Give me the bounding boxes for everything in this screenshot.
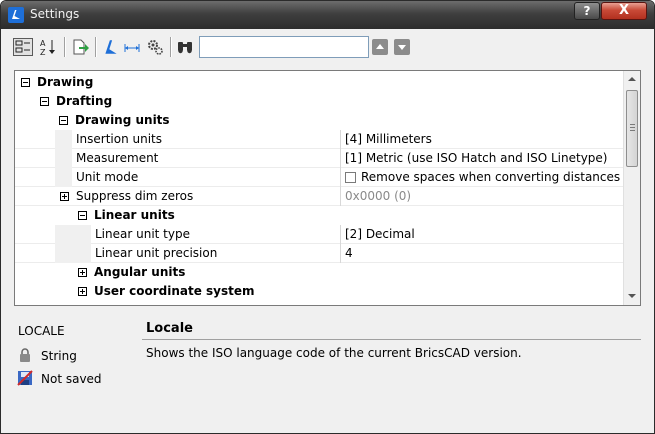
tree-property-linear-unit-type[interactable]: Linear unit type [2] Decimal <box>15 225 623 244</box>
category-label: Drawing <box>37 75 94 89</box>
toolbar-separator <box>64 37 65 57</box>
arrow-up-icon <box>376 44 384 49</box>
dimension-button[interactable] <box>123 38 143 56</box>
title-bar[interactable]: Settings ? X <box>1 1 654 29</box>
column-divider <box>340 168 341 187</box>
settings-tree[interactable]: Drawing Drafting Drawing units Insertion… <box>14 70 641 306</box>
bricscad-filter-button[interactable] <box>102 38 122 56</box>
dimension-icon <box>124 44 140 52</box>
indent-gutter <box>55 168 72 187</box>
tree-category-angular-units[interactable]: Angular units <box>15 263 623 282</box>
svg-text:A: A <box>40 39 46 48</box>
category-label: Linear units <box>94 208 175 222</box>
vertical-scrollbar[interactable] <box>623 71 640 305</box>
info-panel: LOCALE String Not saved Locale Shows the… <box>1 311 654 433</box>
export-icon <box>73 39 89 55</box>
expand-toggle-icon[interactable] <box>78 287 87 296</box>
help-button[interactable]: ? <box>574 2 600 20</box>
toolbar: A Z <box>1 29 654 65</box>
close-button[interactable]: X <box>601 2 647 20</box>
property-label: Linear unit type <box>95 227 190 241</box>
tree-property-measurement[interactable]: Measurement [1] Metric (use ISO Hatch an… <box>15 149 623 168</box>
property-value[interactable]: 4 <box>345 244 353 263</box>
expand-toggle-icon[interactable] <box>60 192 69 201</box>
grip-line <box>630 124 635 125</box>
column-divider <box>340 130 341 149</box>
collapse-toggle-icon[interactable] <box>21 78 30 87</box>
category-label: Drafting <box>56 94 113 108</box>
settings-window: Settings ? X A Z Drawing Drafting Drawin… <box>0 0 655 434</box>
info-divider <box>142 339 641 340</box>
property-label: Measurement <box>76 151 159 165</box>
sort-alphabetic-icon: A Z <box>40 39 55 57</box>
tree-property-insertion-units[interactable]: Insertion units [4] Millimeters <box>15 130 623 149</box>
collapse-toggle-icon[interactable] <box>40 97 49 106</box>
tree-property-unit-mode[interactable]: Unit mode Remove spaces when converting … <box>15 168 640 187</box>
gear-settings-button[interactable] <box>146 38 166 56</box>
collapse-toggle-icon[interactable] <box>59 116 68 125</box>
tree-category-linear-units[interactable]: Linear units <box>15 206 623 225</box>
gear-settings-icon <box>148 40 163 55</box>
toolbar-separator <box>95 37 96 57</box>
setting-saved-state: Not saved <box>41 372 102 386</box>
category-label: User coordinate system <box>94 284 255 298</box>
property-value[interactable]: 0x0000 (0) <box>345 187 411 206</box>
column-divider <box>340 225 341 244</box>
not-saved-icon <box>17 370 33 386</box>
binoculars-icon <box>178 42 192 54</box>
categorized-view-button[interactable] <box>13 38 33 56</box>
property-value[interactable]: [1] Metric (use ISO Hatch and ISO Linety… <box>345 149 608 168</box>
indent-gutter <box>55 225 91 244</box>
bricscad-filter-icon <box>105 40 117 54</box>
tree-category-drawing-units[interactable]: Drawing units <box>15 111 623 130</box>
property-value[interactable]: Remove spaces when converting distances … <box>345 168 641 187</box>
setting-type: String <box>41 349 77 363</box>
search-input[interactable] <box>199 36 369 58</box>
categorized-view-icon <box>15 40 30 53</box>
indent-gutter <box>55 244 91 263</box>
lock-icon <box>20 348 30 362</box>
export-button[interactable] <box>71 38 91 56</box>
property-label: Insertion units <box>76 132 163 146</box>
find-button[interactable] <box>176 38 196 56</box>
tree-category-drafting[interactable]: Drafting <box>15 92 623 111</box>
category-label: Drawing units <box>75 113 170 127</box>
grip-line <box>630 127 635 128</box>
property-value[interactable]: [2] Decimal <box>345 225 415 244</box>
sort-alphabetic-button[interactable]: A Z <box>39 38 59 57</box>
tree-property-linear-unit-precision[interactable]: Linear unit precision 4 <box>15 244 623 263</box>
indent-gutter <box>55 130 72 149</box>
tree-category-user-coordinate-system[interactable]: User coordinate system <box>15 282 623 301</box>
scrollbar-thumb[interactable] <box>626 90 638 167</box>
category-label: Angular units <box>94 265 186 279</box>
setting-description: Shows the ISO language code of the curre… <box>146 346 522 360</box>
tree-property-suppress-dim-zeros[interactable]: Suppress dim zeros 0x0000 (0) <box>15 187 623 206</box>
property-label: Suppress dim zeros <box>76 189 194 203</box>
arrow-down-icon <box>398 45 406 50</box>
setting-variable-name: LOCALE <box>18 324 65 338</box>
next-match-button[interactable] <box>394 39 410 55</box>
column-divider <box>340 244 341 263</box>
grip-line <box>630 130 635 131</box>
column-divider <box>340 187 341 206</box>
column-divider <box>340 149 341 168</box>
unit-mode-checkbox[interactable] <box>345 172 356 183</box>
property-value[interactable]: [4] Millimeters <box>345 130 432 149</box>
expand-toggle-icon[interactable] <box>78 268 87 277</box>
svg-text:Z: Z <box>40 48 46 56</box>
scroll-down-icon[interactable] <box>628 294 636 298</box>
property-label: Unit mode <box>76 170 139 184</box>
scroll-up-icon[interactable] <box>628 77 636 81</box>
checkbox-label: Remove spaces when converting distances … <box>361 170 641 184</box>
tree-category-drawing[interactable]: Drawing <box>15 73 623 92</box>
window-title: Settings <box>30 7 80 21</box>
toolbar-separator <box>170 37 171 57</box>
setting-title: Locale <box>146 321 193 336</box>
indent-gutter <box>55 149 72 168</box>
bricscad-logo-icon <box>8 7 24 23</box>
previous-match-button[interactable] <box>372 39 388 55</box>
property-label: Linear unit precision <box>95 246 218 260</box>
collapse-toggle-icon[interactable] <box>78 211 87 220</box>
